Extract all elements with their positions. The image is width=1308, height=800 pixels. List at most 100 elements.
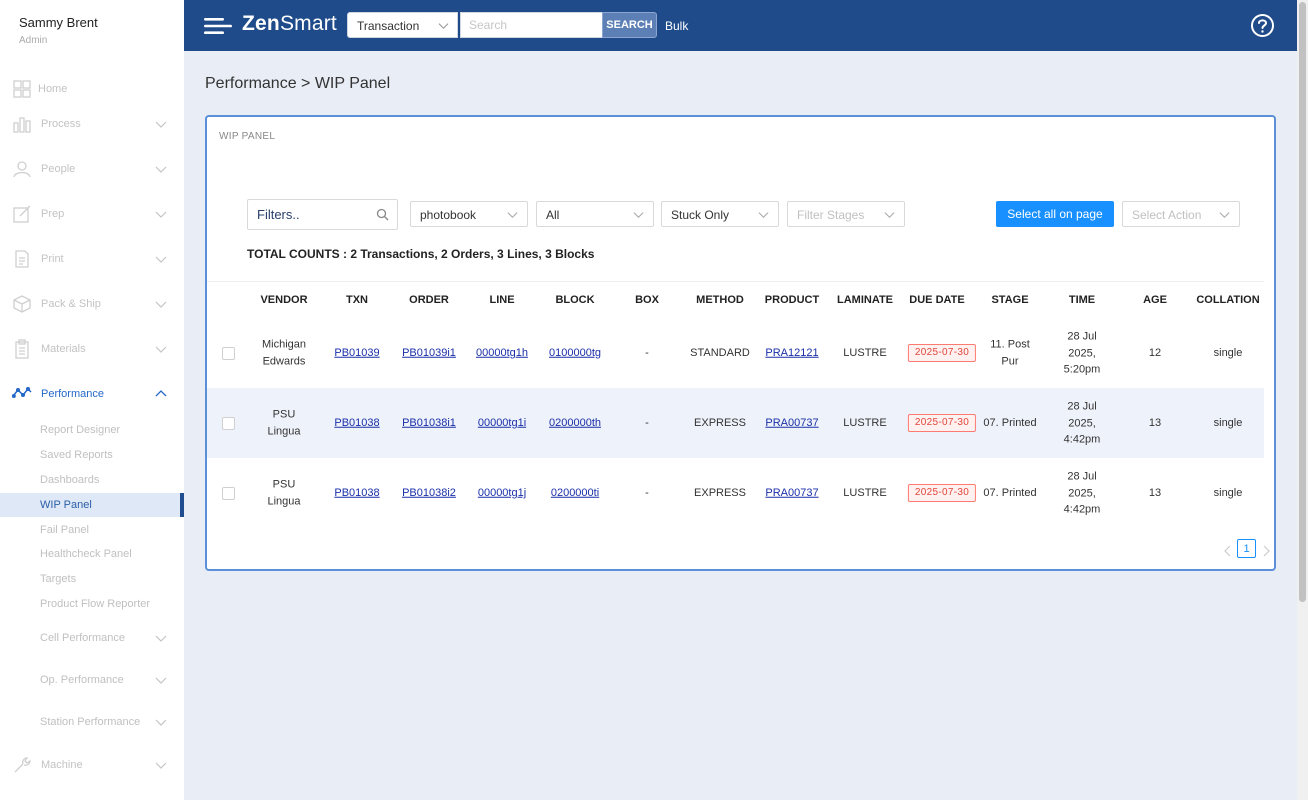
product-link[interactable]: PRA00737 (765, 417, 818, 429)
sidebar-subitem-targets[interactable]: Targets (0, 567, 184, 591)
column-header-line[interactable]: LINE (489, 294, 514, 306)
select-all-button[interactable]: Select all on page (996, 201, 1114, 227)
cell-vendor: PSU Lingua (267, 407, 300, 440)
search-type-select[interactable]: Transaction (347, 12, 458, 38)
column-header-order[interactable]: ORDER (409, 294, 449, 306)
chevron-down-icon (155, 719, 167, 726)
product-dropdown-value: photobook (420, 208, 477, 222)
sidebar-item-label: Performance (41, 388, 104, 400)
chevron-right-icon[interactable] (1261, 545, 1271, 557)
row-checkbox[interactable] (222, 417, 235, 430)
table-header: VENDOR TXN ORDER LINE BLOCK BOX METHOD P… (207, 281, 1264, 318)
wip-panel: WIP PANEL photobook All Stuck Only Filte… (205, 115, 1276, 571)
cell-box: - (645, 346, 649, 359)
column-header-product[interactable]: PRODUCT (765, 294, 819, 306)
row-checkbox[interactable] (222, 347, 235, 360)
bulk-link[interactable]: Bulk (665, 19, 688, 33)
order-link[interactable]: PB01038i1 (402, 417, 456, 429)
cell-stage: 07. Printed (983, 485, 1036, 502)
time-line: 2025, (1068, 486, 1096, 499)
help-icon[interactable] (1250, 13, 1275, 38)
column-header-laminate[interactable]: LAMINATE (837, 294, 893, 306)
cell-laminate: LUSTRE (843, 346, 887, 359)
table-row[interactable]: Michigan Edwards PB01039 PB01039i1 00000t… (207, 318, 1264, 388)
table-row[interactable]: PSU Lingua PB01038 PB01038i2 00000tg1j 02… (207, 458, 1264, 528)
sidebar-item-materials[interactable]: Materials (0, 334, 184, 364)
chevron-down-icon (155, 677, 167, 684)
sidebar-subitem-wip-panel[interactable]: WIP Panel (0, 493, 184, 517)
sidebar-item-print[interactable]: Print (0, 244, 184, 274)
cell-product: PRA12121 (765, 345, 818, 362)
column-header-collation[interactable]: COLLATION (1196, 294, 1259, 306)
cell-order: PB01039i1 (402, 345, 456, 362)
column-header-box[interactable]: BOX (635, 294, 659, 306)
sidebar-subitem-op-performance[interactable]: Op. Performance (0, 668, 184, 692)
sidebar-item-pack-ship[interactable]: Pack & Ship (0, 289, 184, 319)
scrollbar-thumb[interactable] (1299, 2, 1306, 602)
block-link[interactable]: 0200000ti (551, 487, 599, 499)
sidebar-item-people[interactable]: People (0, 154, 184, 184)
time-line: 28 Jul (1067, 400, 1097, 413)
filter-stages-dropdown[interactable]: Filter Stages (787, 201, 905, 227)
sidebar-subitem-report-designer[interactable]: Report Designer (0, 418, 184, 442)
column-header-time[interactable]: TIME (1069, 294, 1095, 306)
sidebar-subitem-saved-reports[interactable]: Saved Reports (0, 443, 184, 467)
sidebar-subitem-dashboards[interactable]: Dashboards (0, 468, 184, 492)
column-header-age[interactable]: AGE (1143, 294, 1167, 306)
search-input[interactable] (460, 12, 603, 38)
chevron-left-icon[interactable] (1223, 545, 1233, 557)
product-link[interactable]: PRA00737 (765, 487, 818, 499)
clipboard-icon (15, 339, 29, 359)
txn-link[interactable]: PB01038 (334, 417, 379, 429)
chevron-down-icon (155, 346, 167, 353)
menu-icon[interactable] (204, 17, 232, 35)
product-dropdown[interactable]: photobook (410, 201, 528, 227)
sidebar-subitem-station-performance[interactable]: Station Performance (0, 710, 184, 734)
sidebar-item-home[interactable]: Home (0, 74, 184, 104)
sidebar-subitem-label: Fail Panel (40, 524, 89, 536)
logo-bold: Zen (242, 12, 280, 35)
column-header-txn[interactable]: TXN (346, 294, 368, 306)
sidebar-subitem-product-flow-reporter[interactable]: Product Flow Reporter (0, 592, 184, 616)
filter-stages-placeholder: Filter Stages (797, 208, 865, 222)
block-link[interactable]: 0200000th (549, 417, 601, 429)
block-link[interactable]: 0100000tg (549, 347, 601, 359)
stuck-dropdown[interactable]: Stuck Only (661, 201, 779, 227)
txn-link[interactable]: PB01038 (334, 487, 379, 499)
column-header-block[interactable]: BLOCK (555, 294, 594, 306)
vendor-line: Lingua (267, 425, 301, 437)
order-link[interactable]: PB01039i1 (402, 347, 456, 359)
column-header-method[interactable]: METHOD (696, 294, 744, 306)
time-line: 28 Jul (1067, 470, 1097, 483)
sidebar-item-machine[interactable]: Machine (0, 750, 184, 780)
sidebar-subitem-cell-performance[interactable]: Cell Performance (0, 626, 184, 650)
line-link[interactable]: 00000tg1i (478, 417, 526, 429)
table-row[interactable]: PSU Lingua PB01038 PB01038i1 00000tg1i 02… (207, 388, 1264, 458)
sidebar-subitem-fail-panel[interactable]: Fail Panel (0, 518, 184, 542)
sidebar-item-performance[interactable]: Performance (0, 379, 184, 409)
cell-time: 28 Jul 2025, 5:20pm (1064, 328, 1101, 378)
vendor-line: PSU (272, 478, 296, 491)
line-link[interactable]: 00000tg1j (478, 487, 526, 499)
cell-order: PB01038i1 (402, 415, 456, 432)
txn-link[interactable]: PB01039 (334, 347, 379, 359)
sidebar-item-prep[interactable]: Prep (0, 199, 184, 229)
column-header-due-date[interactable]: DUE DATE (909, 294, 964, 306)
column-header-vendor[interactable]: VENDOR (260, 294, 307, 306)
column-header-stage[interactable]: STAGE (991, 294, 1028, 306)
sidebar-subitem-healthcheck-panel[interactable]: Healthcheck Panel (0, 542, 184, 566)
scope-dropdown[interactable]: All (536, 201, 654, 227)
order-link[interactable]: PB01038i2 (402, 487, 456, 499)
line-link[interactable]: 00000tg1h (476, 347, 528, 359)
search-button[interactable]: SEARCH (602, 12, 657, 38)
sidebar-item-process[interactable]: Process (0, 109, 184, 139)
chevron-down-icon (884, 212, 895, 219)
select-action-dropdown[interactable]: Select Action (1122, 201, 1240, 227)
sidebar-subitem-label: Healthcheck Panel (40, 548, 132, 560)
time-line: 2025, (1068, 346, 1096, 359)
pagination-page[interactable]: 1 (1237, 539, 1256, 558)
cell-product: PRA00737 (765, 415, 818, 432)
cell-box: - (645, 416, 649, 429)
product-link[interactable]: PRA12121 (765, 347, 818, 359)
row-checkbox[interactable] (222, 487, 235, 500)
